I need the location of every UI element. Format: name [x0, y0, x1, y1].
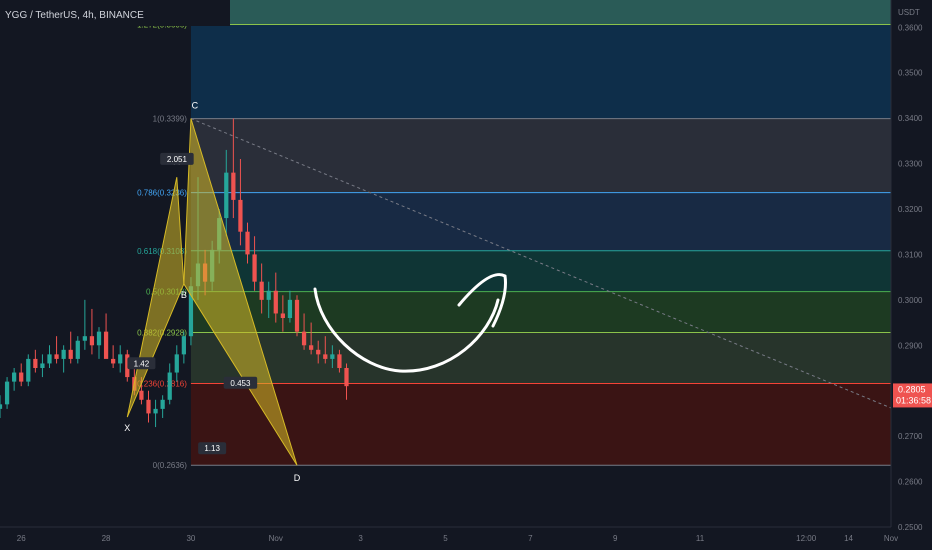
- fib-zone: [190, 24, 891, 119]
- time-tick-label: 5: [443, 534, 448, 543]
- candle-body: [174, 354, 179, 373]
- candle-body: [139, 390, 144, 400]
- price-tick-label: 0.3400: [898, 114, 923, 123]
- fib-zone: [190, 118, 891, 193]
- ratio-label: 1.42: [134, 359, 150, 368]
- price-tick-label: 0.3100: [898, 250, 923, 259]
- time-tick-label: 28: [102, 534, 111, 543]
- price-tick-label: 0.3600: [898, 23, 923, 32]
- candle-body: [294, 299, 300, 332]
- pattern-point-label: C: [192, 101, 199, 111]
- candle-body: [238, 199, 243, 232]
- ratio-label: 0.453: [230, 379, 251, 388]
- time-tick-label: 30: [186, 534, 195, 543]
- candle-body: [146, 399, 151, 414]
- candle-body: [231, 172, 236, 200]
- candle-body: [61, 349, 66, 359]
- candle-body: [259, 281, 264, 300]
- candle-body: [0, 404, 3, 409]
- time-tick-label: 7: [528, 534, 533, 543]
- time-tick-label: 3: [358, 534, 363, 543]
- fib-level-label: 0.786(0.3236): [137, 189, 187, 198]
- pattern-point-label: B: [181, 290, 187, 300]
- candle-body: [266, 290, 271, 300]
- candle-body: [68, 349, 73, 359]
- candle-body: [111, 358, 116, 364]
- candle-body: [75, 340, 80, 359]
- candle-body: [167, 372, 172, 400]
- candle-body: [118, 354, 123, 364]
- candle-body: [40, 363, 45, 368]
- candle-body: [33, 358, 38, 368]
- price-tick-label: 0.3500: [898, 69, 923, 78]
- candle-body: [19, 372, 24, 382]
- candle-body: [89, 336, 95, 346]
- candle-body: [252, 254, 257, 282]
- time-tick-label: 12:00: [796, 534, 817, 543]
- fib-zone: [190, 0, 891, 25]
- candle-body: [273, 290, 278, 314]
- candle-body: [47, 354, 52, 364]
- candle-body: [103, 331, 109, 359]
- fib-level-label: 0.236(0.2816): [137, 379, 187, 388]
- price-axis-unit: USDT: [898, 8, 920, 17]
- countdown-timer: 01:36:58: [896, 395, 931, 405]
- price-tick-label: 0.3000: [898, 296, 923, 305]
- time-tick-label: 26: [17, 534, 26, 543]
- candle-body: [337, 354, 342, 368]
- candle-body: [4, 381, 10, 405]
- candle-body: [323, 354, 328, 359]
- price-tick-label: 0.3200: [898, 205, 923, 214]
- candle-body: [96, 331, 102, 346]
- price-tick-label: 0.2500: [898, 523, 923, 532]
- time-tick-label: 14: [844, 534, 853, 543]
- time-tick-label: 11: [696, 534, 705, 543]
- time-tick-label: Nov: [884, 534, 898, 543]
- candle-body: [54, 354, 59, 359]
- candle-body: [181, 336, 186, 355]
- time-tick-label: Nov: [269, 534, 283, 543]
- fib-level-label: 1(0.3399): [153, 115, 188, 124]
- candle-body: [280, 313, 285, 319]
- candle-body: [245, 231, 250, 255]
- price-tick-label: 0.3300: [898, 160, 923, 169]
- candle-body: [160, 399, 165, 409]
- fib-zone: [190, 383, 891, 466]
- candle-body: [309, 345, 314, 350]
- ratio-label: 2.051: [167, 155, 188, 164]
- candle-body: [26, 358, 31, 382]
- price-tick-label: 0.2900: [898, 341, 923, 350]
- candle-body: [330, 354, 335, 359]
- candle-body: [344, 367, 349, 387]
- last-price-badge: 0.2805 01:36:58: [893, 383, 932, 408]
- time-tick-label: 9: [613, 534, 618, 543]
- ratio-label: 1.13: [204, 444, 220, 453]
- candle-body: [287, 299, 293, 319]
- candle-body: [301, 331, 307, 346]
- fib-level-label: 0(0.2636): [153, 461, 188, 470]
- pattern-point-label: D: [294, 473, 301, 483]
- candle-body: [224, 172, 229, 219]
- fib-retracement-zones: [190, 0, 891, 466]
- last-price: 0.2805: [898, 384, 926, 394]
- candle-body: [153, 408, 158, 414]
- fib-zone: [190, 332, 891, 384]
- price-tick-label: 0.2600: [898, 478, 923, 487]
- candle-body: [12, 372, 17, 382]
- symbol-title: YGG / TetherUS, 4h, BINANCE: [5, 10, 144, 21]
- candle-body: [316, 349, 321, 355]
- chart-canvas[interactable]: 1.272(0.3606)1(0.3399)0.786(0.3236)0.618…: [0, 0, 932, 550]
- pattern-point-label: X: [124, 423, 130, 433]
- fib-zone: [190, 250, 891, 292]
- price-tick-label: 0.2700: [898, 432, 923, 441]
- candle-body: [82, 336, 87, 341]
- fib-zone: [190, 192, 891, 251]
